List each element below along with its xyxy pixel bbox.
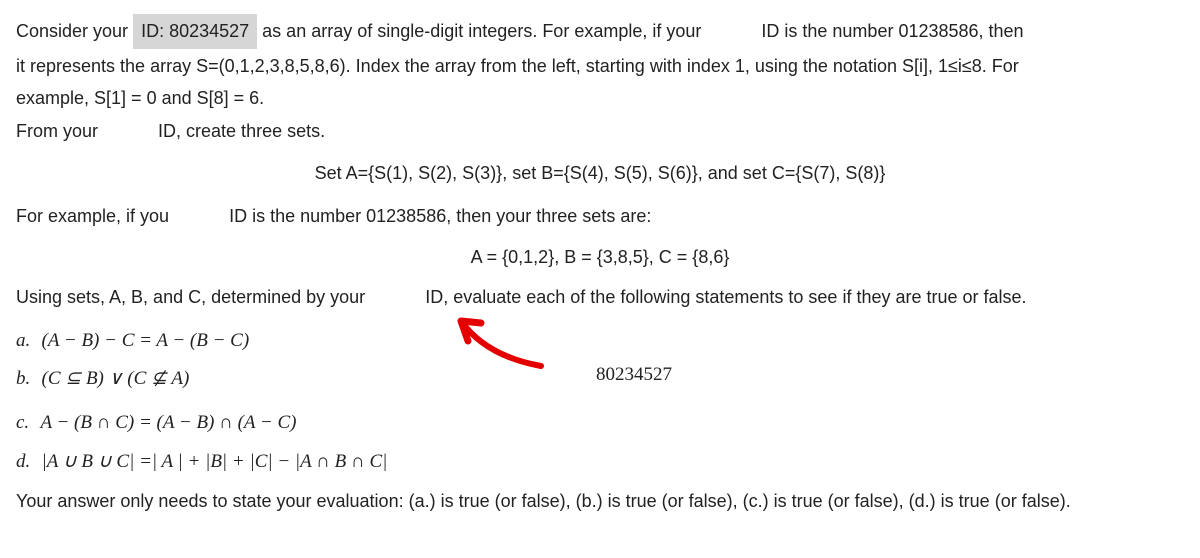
text-consider: Consider your: [16, 21, 133, 41]
text-using-sets: Using sets, A, B, and C, determined by y…: [16, 287, 370, 307]
item-c: c. A − (B ∩ C) = (A − B) ∩ (A − C): [16, 407, 1184, 439]
item-b: b. (C ⊆ B) ∨ (C ⊈ A): [16, 363, 456, 395]
intro-line-4: From your ID, create three sets.: [16, 116, 1184, 147]
item-c-label: c.: [16, 412, 29, 433]
item-c-math: A − (B ∩ C) = (A − B) ∩ (A − C): [40, 412, 296, 433]
example-sets: A = {0,1,2}, B = {3,8,5}, C = {8,6}: [16, 242, 1184, 273]
item-b-math: (C ⊆ B) ∨ (C ⊈ A): [42, 368, 190, 389]
text-after-id: as an array of single-digit integers. Fo…: [262, 21, 706, 41]
intro-line-1: Consider your ID: 80234527 as an array o…: [16, 14, 1184, 49]
annotation-id: 80234527: [596, 359, 672, 391]
text-from-your: From your: [16, 121, 103, 141]
text-evaluate: ID, evaluate each of the following state…: [425, 287, 1026, 307]
using-line: Using sets, A, B, and C, determined by y…: [16, 282, 1184, 313]
item-d: d. |A ∪ B ∪ C| =| A | + |B| + |C| − |A ∩…: [16, 446, 1184, 478]
item-d-math: |A ∪ B ∪ C| =| A | + |B| + |C| − |A ∩ B …: [42, 451, 388, 472]
id-highlight: ID: 80234527: [133, 14, 257, 49]
set-definition: Set A={S(1), S(2), S(3)}, set B={S(4), S…: [16, 158, 1184, 189]
item-a-math: (A − B) − C = A − (B − C): [42, 330, 250, 351]
item-d-label: d.: [16, 451, 30, 472]
text-example-id: ID is the number 01238586, then your thr…: [229, 206, 651, 226]
closing-line: Your answer only needs to state your eva…: [16, 486, 1184, 517]
text-create-sets: ID, create three sets.: [158, 121, 325, 141]
example-lead: For example, if you ID is the number 012…: [16, 201, 1184, 232]
item-a-label: a.: [16, 330, 30, 351]
intro-line-3: example, S[1] = 0 and S[8] = 6.: [16, 83, 1184, 114]
item-a: a. (A − B) − C = A − (B − C): [16, 325, 456, 357]
arrow-icon: [446, 311, 566, 381]
text-id-is: ID is the number 01238586, then: [761, 21, 1023, 41]
text-for-example: For example, if you: [16, 206, 174, 226]
item-b-label: b.: [16, 368, 30, 389]
intro-line-2: it represents the array S=(0,1,2,3,8,5,8…: [16, 51, 1184, 82]
